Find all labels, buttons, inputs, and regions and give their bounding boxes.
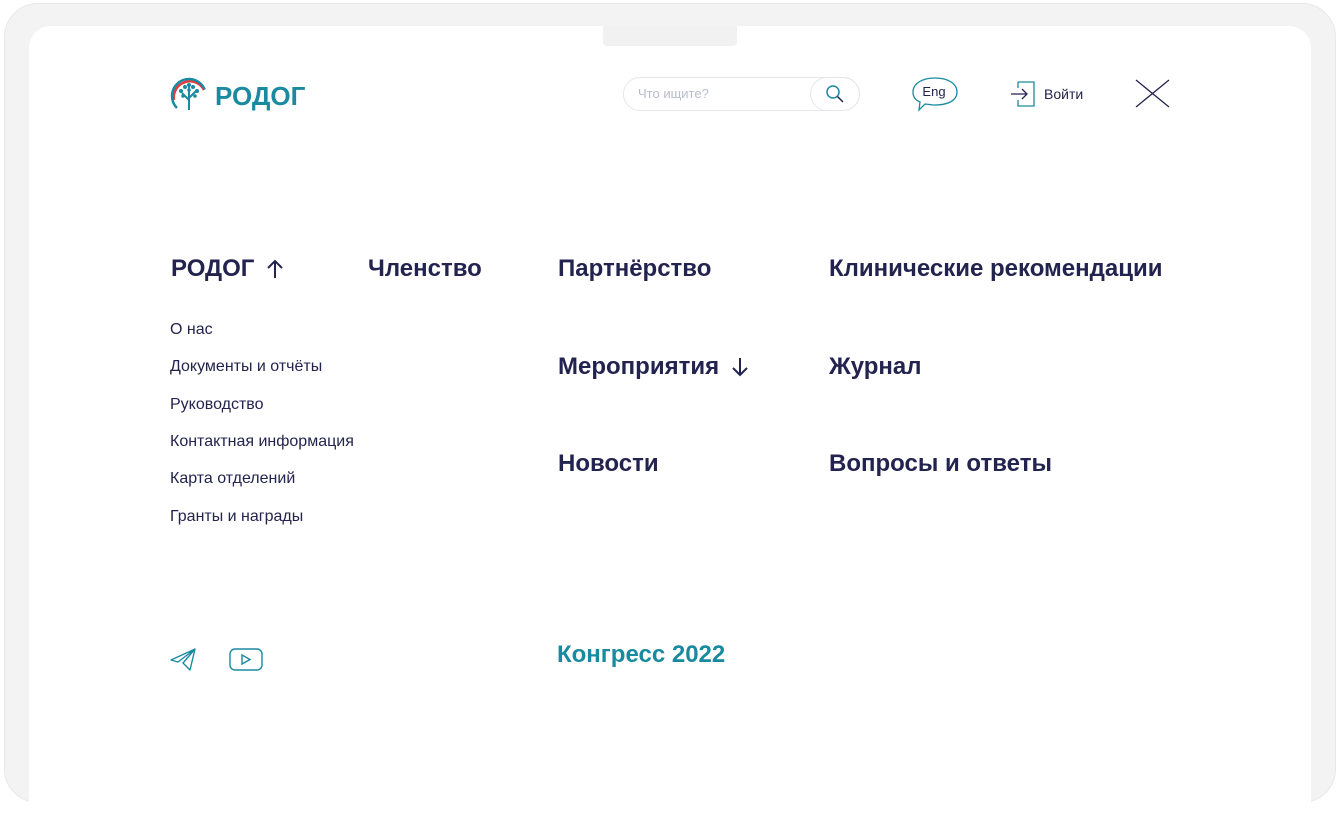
tree-logo-icon — [170, 77, 208, 115]
login-icon — [1011, 81, 1035, 107]
menu-events-label: Мероприятия — [558, 353, 720, 380]
youtube-icon — [229, 648, 263, 671]
menu-clinical-guidelines[interactable]: Клинические рекомендации — [829, 255, 1162, 283]
screen — [29, 26, 1311, 826]
logo[interactable]: РОДОГ — [169, 76, 305, 116]
submenu-about[interactable]: О нас — [170, 321, 213, 339]
submenu-documents[interactable]: Документы и отчёты — [170, 358, 322, 376]
congress-link[interactable]: Конгресс 2022 — [557, 641, 725, 669]
menu-faq[interactable]: Вопросы и ответы — [829, 450, 1052, 478]
submenu-branches-map[interactable]: Карта отделений — [170, 470, 295, 488]
menu-rodog[interactable]: РОДОГ — [171, 255, 284, 283]
login-label: Войти — [1044, 86, 1084, 102]
language-switch[interactable]: Eng — [911, 76, 959, 112]
search-input[interactable] — [638, 86, 808, 101]
arrow-up-icon — [267, 259, 284, 278]
telegram-link[interactable] — [169, 647, 197, 676]
menu-events[interactable]: Мероприятия — [558, 353, 749, 381]
submenu-grants[interactable]: Гранты и награды — [170, 508, 303, 526]
youtube-link[interactable] — [229, 648, 263, 677]
logo-text: РОДОГ — [215, 80, 306, 111]
submenu-leadership[interactable]: Руководство — [170, 396, 264, 414]
menu-news[interactable]: Новости — [558, 450, 659, 478]
submenu-contacts[interactable]: Контактная информация — [170, 433, 354, 451]
search-box[interactable] — [623, 77, 860, 111]
search-button[interactable] — [810, 77, 860, 111]
device-notch — [603, 26, 737, 46]
telegram-icon — [170, 648, 196, 671]
close-menu-button[interactable] — [1135, 79, 1170, 113]
arrow-down-icon — [732, 358, 748, 377]
menu-membership[interactable]: Членство — [368, 255, 482, 283]
search-icon — [826, 85, 844, 103]
language-label: Eng — [922, 84, 946, 99]
login-button[interactable]: Войти — [1010, 80, 1083, 108]
menu-rodog-label: РОДОГ — [171, 255, 255, 282]
menu-partnership[interactable]: Партнёрство — [558, 255, 711, 283]
menu-journal[interactable]: Журнал — [829, 353, 921, 381]
close-icon — [1135, 79, 1170, 108]
